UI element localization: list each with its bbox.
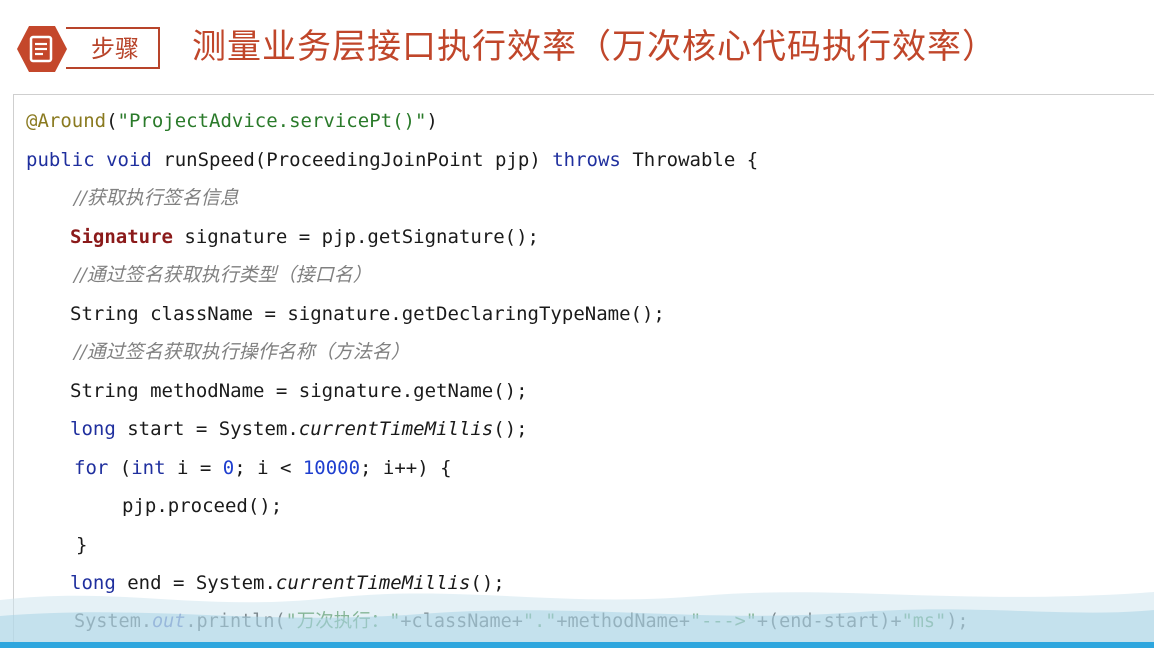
page-title: 测量业务层接口执行效率（万次核心代码执行效率） <box>192 27 997 67</box>
code-line-14: System.out.println("万次执行："+className+"."… <box>74 608 969 636</box>
field-name: out <box>151 611 186 632</box>
code-text: ( <box>106 110 118 132</box>
code-text: ( <box>108 457 132 479</box>
number-literal: 10000 <box>302 457 361 479</box>
keyword: public <box>26 149 95 171</box>
slide-page: 步骤 测量业务层接口执行效率（万次核心代码执行效率） @Around("Proj… <box>0 0 1154 648</box>
code-panel: @Around("ProjectAdvice.servicePt()") pub… <box>13 94 1154 648</box>
keyword: void <box>106 149 152 171</box>
string-literal: "--->" <box>690 611 757 632</box>
code-line-11: pjp.proceed(); <box>122 495 283 517</box>
code-line-1: @Around("ProjectAdvice.servicePt()") <box>26 107 438 135</box>
slide-header: 步骤 测量业务层接口执行效率（万次核心代码执行效率） <box>0 0 1154 92</box>
code-line-13: long end = System.currentTimeMillis(); <box>70 569 505 597</box>
type-name: Signature <box>70 226 173 248</box>
code-text: (); <box>493 418 528 440</box>
code-line-9: long start = System.currentTimeMillis(); <box>70 415 528 443</box>
annotation: @Around <box>26 110 107 132</box>
string-literal: "ProjectAdvice.servicePt()" <box>117 110 427 132</box>
code-text: signature = pjp.getSignature(); <box>172 226 539 248</box>
code-text: ; i < <box>234 457 303 479</box>
code-text: +methodName+ <box>556 611 691 632</box>
string-literal: "万次执行：" <box>285 611 401 632</box>
code-text: +className+ <box>400 611 523 632</box>
code-line-8: String methodName = signature.getName(); <box>70 380 528 402</box>
code-line-12: } <box>76 534 88 556</box>
keyword: throws <box>552 149 621 171</box>
method-call: currentTimeMillis <box>275 572 471 594</box>
keyword: long <box>70 572 116 594</box>
code-text: (); <box>470 572 505 594</box>
code-comment-3: //通过签名获取执行操作名称（方法名） <box>74 341 410 363</box>
step-label: 步骤 <box>66 27 160 69</box>
code-text: +(end-start)+ <box>756 611 902 632</box>
code-text: ); <box>946 611 969 632</box>
keyword: for <box>74 457 109 479</box>
code-line-4: Signature signature = pjp.getSignature()… <box>70 223 539 251</box>
code-comment-1: //获取执行签名信息 <box>74 187 239 209</box>
code-line-6: String className = signature.getDeclarin… <box>70 303 665 325</box>
keyword: long <box>70 418 116 440</box>
keyword: int <box>131 457 166 479</box>
method-name: runSpeed(ProceedingJoinPoint pjp) <box>151 149 553 171</box>
string-literal: "." <box>522 611 557 632</box>
code-text: ) <box>426 110 438 132</box>
code-text: System. <box>74 611 152 632</box>
number-literal: 0 <box>222 457 235 479</box>
code-text: Throwable { <box>620 149 759 171</box>
string-literal: "ms" <box>901 611 947 632</box>
document-icon <box>17 26 67 72</box>
code-text: end = System. <box>115 572 276 594</box>
code-text: .println( <box>185 611 286 632</box>
code-line-2: public void runSpeed(ProceedingJoinPoint… <box>26 146 758 174</box>
code-line-10: for (int i = 0; i < 10000; i++) { <box>74 454 452 482</box>
code-text: i = <box>165 457 223 479</box>
code-comment-2: //通过签名获取执行类型（接口名） <box>74 264 372 286</box>
code-text: start = System. <box>115 418 299 440</box>
code-text: ; i++) { <box>360 457 452 479</box>
method-call: currentTimeMillis <box>298 418 494 440</box>
